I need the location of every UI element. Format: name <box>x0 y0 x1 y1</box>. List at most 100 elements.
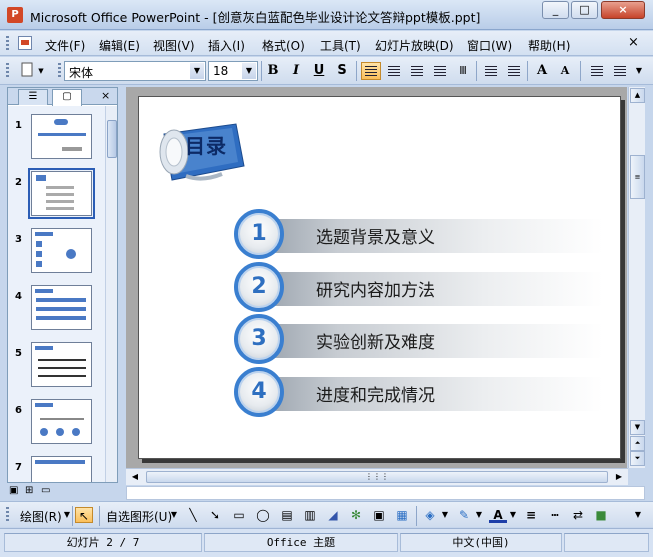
dash-style-icon[interactable]: ┅ <box>546 507 564 523</box>
shadow-button[interactable]: S <box>332 62 352 80</box>
menu-slideshow[interactable]: 幻灯片放映(D) <box>375 37 454 54</box>
chevron-down-icon[interactable]: ▼ <box>474 507 484 523</box>
outline-tab-icon[interactable]: ☰ <box>18 89 48 105</box>
toolbar-options-icon[interactable]: ▼ <box>632 507 644 523</box>
chevron-down-icon[interactable]: ▼ <box>242 63 256 79</box>
new-document-icon[interactable] <box>18 62 36 80</box>
menu-edit[interactable]: 编辑(E) <box>99 37 140 54</box>
fill-color-icon[interactable]: ◈ <box>421 507 439 523</box>
toolbar-options-icon[interactable]: ▼ <box>633 62 645 80</box>
picture-icon[interactable]: ▦ <box>393 507 411 523</box>
scrollbar-thumb[interactable]: ⋮⋮⋮ <box>146 471 608 483</box>
bullet-list-button[interactable] <box>503 62 523 80</box>
line-style-icon[interactable]: ≡ <box>522 507 540 523</box>
chevron-down-icon[interactable]: ▼ <box>169 507 179 523</box>
scroll-down-icon[interactable]: ▼ <box>630 420 645 435</box>
align-center-button[interactable] <box>384 62 404 80</box>
close-document-button[interactable]: × <box>628 35 639 50</box>
numbered-list-button[interactable] <box>480 62 500 80</box>
scroll-left-icon[interactable]: ◀ <box>128 470 142 484</box>
diagram-icon[interactable]: ✻ <box>347 507 365 523</box>
toc-item[interactable]: 1 选题背景及意义 <box>233 209 603 259</box>
slide-thumbnail[interactable] <box>31 285 92 330</box>
chevron-down-icon[interactable]: ▼ <box>62 507 72 523</box>
sorter-view-icon[interactable]: ⊞ <box>25 485 33 496</box>
menu-window[interactable]: 窗口(W) <box>467 37 512 54</box>
minimize-button[interactable]: _ <box>542 1 569 19</box>
next-slide-icon[interactable]: ⏷ <box>630 451 645 466</box>
scroll-right-icon[interactable]: ▶ <box>612 470 626 484</box>
italic-button[interactable]: I <box>286 62 306 80</box>
menu-help[interactable]: 帮助(H) <box>528 37 570 54</box>
shadow-style-icon[interactable]: ■ <box>592 507 610 523</box>
slides-pane-scrollbar[interactable] <box>105 106 117 482</box>
normal-view-icon[interactable]: ▣ <box>9 485 18 496</box>
font-size-select[interactable]: 18 ▼ <box>208 61 258 81</box>
slides-tab-icon[interactable]: ▢ <box>52 89 82 106</box>
toc-item[interactable]: 4 进度和完成情况 <box>233 367 603 417</box>
menu-file[interactable]: 文件(F) <box>45 37 85 54</box>
scroll-up-icon[interactable]: ▲ <box>630 88 645 103</box>
menubar-grip[interactable] <box>6 36 9 52</box>
restore-button[interactable]: □ <box>571 1 598 19</box>
close-window-button[interactable]: × <box>601 1 645 19</box>
slide-thumbnail[interactable] <box>31 114 92 159</box>
slideshow-view-icon[interactable]: ▭ <box>41 485 50 496</box>
rectangle-tool-icon[interactable]: ▭ <box>230 507 248 523</box>
menu-view[interactable]: 视图(V) <box>153 37 195 54</box>
clipart-icon[interactable]: ▣ <box>370 507 388 523</box>
arrow-style-icon[interactable]: ⇄ <box>569 507 587 523</box>
vertical-text-icon[interactable]: Ⅲ <box>453 62 473 80</box>
scrollbar-thumb[interactable]: ≡ <box>630 155 645 199</box>
close-pane-button[interactable]: × <box>101 89 110 102</box>
increase-indent-button[interactable] <box>609 62 629 80</box>
bold-button[interactable]: B <box>263 62 283 80</box>
document-icon[interactable] <box>18 36 32 50</box>
slide-thumbnail[interactable] <box>31 342 92 387</box>
toolbar-separator <box>72 506 73 526</box>
chevron-down-icon[interactable]: ▼ <box>440 507 450 523</box>
line-color-icon[interactable]: ✎ <box>455 507 473 523</box>
draw-menu-button[interactable]: 绘图(R) <box>20 508 62 525</box>
select-pointer-icon[interactable]: ↖ <box>75 507 93 523</box>
toc-item[interactable]: 2 研究内容加方法 <box>233 262 603 312</box>
decrease-indent-button[interactable] <box>586 62 606 80</box>
chevron-down-icon[interactable]: ▼ <box>190 63 204 79</box>
slide-thumbnail[interactable] <box>31 399 92 444</box>
textbox-tool-icon[interactable]: ▤ <box>278 507 296 523</box>
font-name-select[interactable]: 宋体 ▼ <box>64 61 206 81</box>
previous-slide-icon[interactable]: ⏶ <box>630 436 645 451</box>
language-status: 中文(中国) <box>400 533 562 552</box>
autoshapes-button[interactable]: 自选图形(U) <box>106 508 172 525</box>
decrease-font-button[interactable]: A <box>555 62 575 80</box>
line-tool-icon[interactable]: ╲ <box>184 507 202 523</box>
vertical-textbox-icon[interactable]: ▥ <box>301 507 319 523</box>
font-color-icon[interactable]: A <box>489 507 507 523</box>
align-left-button[interactable] <box>361 62 381 80</box>
slide-thumbnail[interactable] <box>31 228 92 273</box>
toolbar-grip[interactable] <box>6 63 9 79</box>
powerpoint-app-icon[interactable]: P <box>7 7 23 23</box>
notes-pane[interactable] <box>126 486 645 500</box>
drawbar-grip[interactable] <box>6 507 9 523</box>
menu-format[interactable]: 格式(O) <box>262 37 305 54</box>
new-dropdown-icon[interactable]: ▼ <box>36 62 46 80</box>
underline-button[interactable]: U <box>309 62 329 80</box>
toc-item[interactable]: 3 实验创新及难度 <box>233 314 603 364</box>
arrow-tool-icon[interactable]: ➘ <box>206 507 224 523</box>
toolbar-grip-2[interactable] <box>58 63 61 79</box>
slide-thumbnail-selected[interactable] <box>28 168 95 219</box>
ellipse-tool-icon[interactable]: ◯ <box>254 507 272 523</box>
slide-thumbnail[interactable] <box>31 456 92 482</box>
chevron-down-icon[interactable]: ▼ <box>508 507 518 523</box>
horizontal-scrollbar[interactable]: ◀ ⋮⋮⋮ ▶ <box>126 468 628 485</box>
align-right-button[interactable] <box>407 62 427 80</box>
menu-insert[interactable]: 插入(I) <box>208 37 245 54</box>
vertical-scrollbar[interactable]: ▲ ≡ ▼ ⏶ ⏷ <box>628 87 645 468</box>
wordart-icon[interactable]: ◢ <box>324 507 342 523</box>
view-buttons: ▣ ⊞ ▭ <box>7 485 67 499</box>
distribute-button[interactable] <box>430 62 450 80</box>
increase-font-button[interactable]: A <box>532 62 552 80</box>
scrollbar-thumb[interactable] <box>107 120 117 158</box>
menu-tools[interactable]: 工具(T) <box>320 37 361 54</box>
